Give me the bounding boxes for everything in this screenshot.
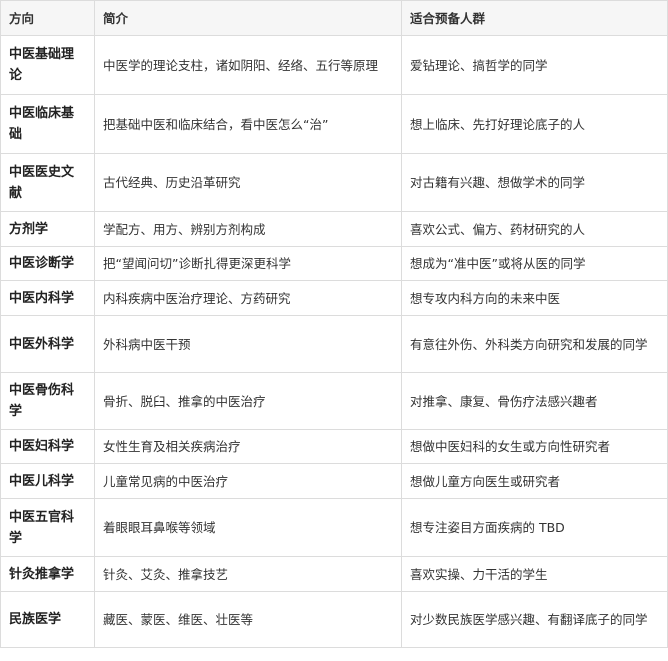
cell-audience: 喜欢公式、偏方、药材研究的人 bbox=[401, 211, 668, 247]
cell-intro: 古代经典、历史沿革研究 bbox=[94, 153, 402, 212]
cell-direction: 中医内科学 bbox=[0, 280, 95, 316]
specialty-table: 方向 简介 适合预备人群 中医基础理论 中医学的理论支柱，诸如阴阳、经络、五行等… bbox=[0, 0, 668, 648]
cell-audience: 想成为“准中医”或将从医的同学 bbox=[401, 246, 668, 281]
cell-audience: 对古籍有兴趣、想做学术的同学 bbox=[401, 153, 668, 212]
cell-direction: 民族医学 bbox=[0, 591, 95, 648]
cell-direction: 针灸推拿学 bbox=[0, 556, 95, 592]
cell-direction: 中医外科学 bbox=[0, 315, 95, 373]
cell-audience: 想专注姿目方面疾病的 TBD bbox=[401, 498, 668, 557]
cell-direction: 中医妇科学 bbox=[0, 429, 95, 464]
table-row: 中医骨伤科学 骨折、脱臼、推拿的中医治疗 对推拿、康复、骨伤疗法感兴趣者 bbox=[0, 372, 668, 430]
header-intro: 简介 bbox=[94, 0, 402, 36]
table-row: 中医妇科学 女性生育及相关疾病治疗 想做中医妇科的女生或方向性研究者 bbox=[0, 429, 668, 464]
cell-audience: 有意往外伤、外科类方向研究和发展的同学 bbox=[401, 315, 668, 373]
cell-direction: 中医诊断学 bbox=[0, 246, 95, 281]
cell-direction: 方剂学 bbox=[0, 211, 95, 247]
cell-intro: 藏医、蒙医、维医、壮医等 bbox=[94, 591, 402, 648]
cell-intro: 外科病中医干预 bbox=[94, 315, 402, 373]
table-header-row: 方向 简介 适合预备人群 bbox=[0, 0, 668, 36]
table-row: 中医儿科学 儿童常见病的中医治疗 想做儿童方向医生或研究者 bbox=[0, 463, 668, 499]
table-row: 中医五官科学 着眼眼耳鼻喉等领域 想专注姿目方面疾病的 TBD bbox=[0, 498, 668, 557]
cell-audience: 对推拿、康复、骨伤疗法感兴趣者 bbox=[401, 372, 668, 430]
table-row: 中医外科学 外科病中医干预 有意往外伤、外科类方向研究和发展的同学 bbox=[0, 315, 668, 373]
cell-intro: 着眼眼耳鼻喉等领域 bbox=[94, 498, 402, 557]
table-row: 民族医学 藏医、蒙医、维医、壮医等 对少数民族医学感兴趣、有翻译底子的同学 bbox=[0, 591, 668, 648]
cell-intro: 女性生育及相关疾病治疗 bbox=[94, 429, 402, 464]
cell-audience: 想做儿童方向医生或研究者 bbox=[401, 463, 668, 499]
cell-direction: 中医儿科学 bbox=[0, 463, 95, 499]
cell-direction: 中医医史文献 bbox=[0, 153, 95, 212]
cell-intro: 把基础中医和临床结合，看中医怎么“治” bbox=[94, 94, 402, 154]
cell-audience: 想专攻内科方向的未来中医 bbox=[401, 280, 668, 316]
cell-direction: 中医骨伤科学 bbox=[0, 372, 95, 430]
table-row: 中医基础理论 中医学的理论支柱，诸如阴阳、经络、五行等原理 爱钻理论、搞哲学的同… bbox=[0, 35, 668, 95]
table-row: 中医诊断学 把“望闻问切”诊断扎得更深更科学 想成为“准中医”或将从医的同学 bbox=[0, 246, 668, 281]
table-row: 中医医史文献 古代经典、历史沿革研究 对古籍有兴趣、想做学术的同学 bbox=[0, 153, 668, 212]
cell-intro: 中医学的理论支柱，诸如阴阳、经络、五行等原理 bbox=[94, 35, 402, 95]
cell-intro: 把“望闻问切”诊断扎得更深更科学 bbox=[94, 246, 402, 281]
cell-intro: 骨折、脱臼、推拿的中医治疗 bbox=[94, 372, 402, 430]
cell-intro: 内科疾病中医治疗理论、方药研究 bbox=[94, 280, 402, 316]
cell-direction: 中医临床基础 bbox=[0, 94, 95, 154]
table-row: 方剂学 学配方、用方、辨别方剂构成 喜欢公式、偏方、药材研究的人 bbox=[0, 211, 668, 247]
cell-intro: 针灸、艾灸、推拿技艺 bbox=[94, 556, 402, 592]
cell-audience: 想上临床、先打好理论底子的人 bbox=[401, 94, 668, 154]
cell-direction: 中医基础理论 bbox=[0, 35, 95, 95]
cell-audience: 爱钻理论、搞哲学的同学 bbox=[401, 35, 668, 95]
header-direction: 方向 bbox=[0, 0, 95, 36]
table-row: 中医临床基础 把基础中医和临床结合，看中医怎么“治” 想上临床、先打好理论底子的… bbox=[0, 94, 668, 154]
cell-intro: 儿童常见病的中医治疗 bbox=[94, 463, 402, 499]
cell-direction: 中医五官科学 bbox=[0, 498, 95, 557]
header-audience: 适合预备人群 bbox=[401, 0, 668, 36]
cell-audience: 想做中医妇科的女生或方向性研究者 bbox=[401, 429, 668, 464]
cell-audience: 喜欢实操、力干活的学生 bbox=[401, 556, 668, 592]
table-row: 针灸推拿学 针灸、艾灸、推拿技艺 喜欢实操、力干活的学生 bbox=[0, 556, 668, 592]
table-row: 中医内科学 内科疾病中医治疗理论、方药研究 想专攻内科方向的未来中医 bbox=[0, 280, 668, 316]
cell-audience: 对少数民族医学感兴趣、有翻译底子的同学 bbox=[401, 591, 668, 648]
cell-intro: 学配方、用方、辨别方剂构成 bbox=[94, 211, 402, 247]
